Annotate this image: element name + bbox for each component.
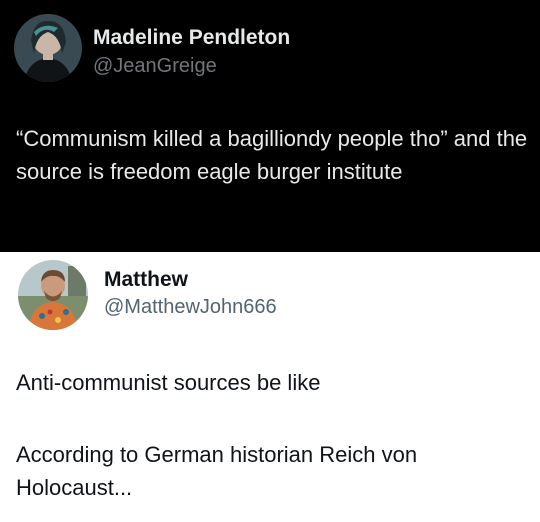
user-handle[interactable]: @JeanGreige [93,55,217,78]
tweet-text: “Communism killed a bagilliondy people t… [16,126,528,184]
tweet-card-matthew[interactable]: Matthew @MatthewJohn666 Anti-communist s… [0,252,540,522]
profile-photo-avatar-icon [14,14,82,82]
tweet-text-paragraph: Anti-communist sources be like [16,370,321,395]
avatar[interactable] [14,14,82,82]
display-name[interactable]: Matthew [104,268,188,292]
tweet-card-madeline[interactable]: Madeline Pendleton @JeanGreige “Communis… [0,0,540,252]
avatar[interactable] [18,260,88,330]
profile-photo-avatar-icon [18,260,88,330]
tweet-text-paragraph: According to German historian Reich von … [16,442,418,500]
user-handle[interactable]: @MatthewJohn666 [104,296,277,319]
display-name[interactable]: Madeline Pendleton [93,26,290,50]
